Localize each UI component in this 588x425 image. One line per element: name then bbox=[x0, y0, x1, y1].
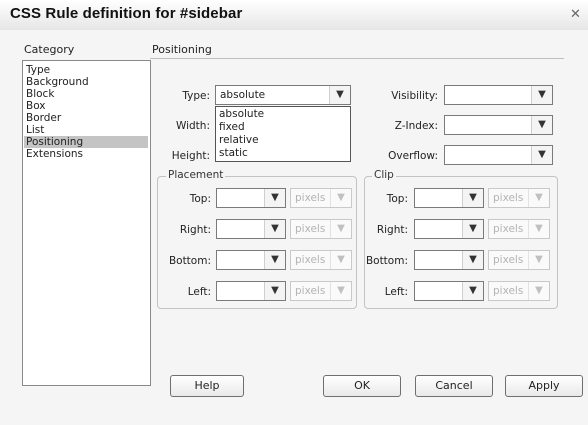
clip-right-unit: pixels ▼ bbox=[488, 219, 550, 239]
placement-top-input[interactable]: ▼ bbox=[216, 188, 286, 208]
chevron-down-icon[interactable]: ▼ bbox=[264, 282, 285, 300]
placement-top-label: Top: bbox=[189, 193, 211, 205]
clip-right-label: Right: bbox=[376, 224, 408, 236]
clip-top-unit-value: pixels bbox=[493, 192, 524, 204]
header-divider bbox=[150, 58, 564, 59]
chevron-down-icon[interactable]: ▼ bbox=[531, 86, 552, 104]
window-title: CSS Rule definition for #sidebar bbox=[10, 5, 243, 22]
chevron-down-icon: ▼ bbox=[528, 220, 549, 238]
chevron-down-icon: ▼ bbox=[330, 189, 351, 207]
chevron-down-icon[interactable]: ▼ bbox=[462, 282, 483, 300]
ok-button[interactable]: OK bbox=[323, 375, 401, 397]
visibility-label: Visibility: bbox=[391, 90, 438, 102]
chevron-down-icon[interactable]: ▼ bbox=[462, 220, 483, 238]
chevron-down-icon[interactable]: ▼ bbox=[462, 251, 483, 269]
placement-right-input[interactable]: ▼ bbox=[216, 219, 286, 239]
chevron-down-icon[interactable]: ▼ bbox=[531, 116, 552, 134]
overflow-select[interactable]: ▼ bbox=[444, 145, 553, 165]
placement-left-unit: pixels ▼ bbox=[290, 281, 352, 301]
clip-left-label: Left: bbox=[384, 286, 408, 298]
placement-left-unit-value: pixels bbox=[295, 285, 326, 297]
clip-right-input[interactable]: ▼ bbox=[414, 219, 484, 239]
placement-top-unit: pixels ▼ bbox=[290, 188, 352, 208]
type-dropdown-list[interactable]: absolute fixed relative static bbox=[215, 106, 351, 162]
category-item-list[interactable]: List bbox=[26, 124, 144, 136]
visibility-select[interactable]: ▼ bbox=[444, 85, 553, 105]
chevron-down-icon: ▼ bbox=[330, 220, 351, 238]
placement-right-label: Right: bbox=[179, 224, 211, 236]
placement-bottom-unit-value: pixels bbox=[295, 254, 326, 266]
type-select-value: absolute bbox=[220, 89, 266, 101]
placement-legend: Placement bbox=[166, 169, 226, 181]
overflow-label: Overflow: bbox=[388, 150, 438, 162]
clip-top-unit: pixels ▼ bbox=[488, 188, 550, 208]
clip-bottom-label: Bottom: bbox=[365, 255, 408, 267]
close-icon[interactable]: ✕ bbox=[570, 7, 581, 22]
zindex-label: Z-Index: bbox=[394, 120, 438, 132]
chevron-down-icon[interactable]: ▼ bbox=[264, 189, 285, 207]
chevron-down-icon[interactable]: ▼ bbox=[531, 146, 552, 164]
clip-left-unit-value: pixels bbox=[493, 285, 524, 297]
clip-top-label: Top: bbox=[386, 193, 408, 205]
height-label: Height: bbox=[171, 150, 210, 162]
chevron-down-icon: ▼ bbox=[330, 251, 351, 269]
clip-top-input[interactable]: ▼ bbox=[414, 188, 484, 208]
category-list[interactable]: Type Background Block Box Border List Po… bbox=[22, 60, 151, 386]
category-header: Category bbox=[24, 43, 75, 56]
category-item-extensions[interactable]: Extensions bbox=[26, 148, 144, 160]
placement-right-unit-value: pixels bbox=[295, 223, 326, 235]
type-option-static[interactable]: static bbox=[219, 147, 248, 159]
title-bar: CSS Rule definition for #sidebar ✕ bbox=[0, 0, 588, 31]
type-option-absolute[interactable]: absolute bbox=[219, 108, 264, 120]
apply-button[interactable]: Apply bbox=[505, 375, 583, 397]
help-button[interactable]: Help bbox=[170, 375, 244, 397]
type-label: Type: bbox=[182, 90, 210, 102]
category-item-background[interactable]: Background bbox=[26, 76, 144, 88]
placement-left-input[interactable]: ▼ bbox=[216, 281, 286, 301]
type-option-fixed[interactable]: fixed bbox=[219, 121, 245, 133]
type-select[interactable]: absolute ▼ bbox=[215, 85, 351, 105]
category-item-type[interactable]: Type bbox=[26, 64, 144, 76]
chevron-down-icon[interactable]: ▼ bbox=[329, 86, 350, 104]
zindex-select[interactable]: ▼ bbox=[444, 115, 553, 135]
cancel-button[interactable]: Cancel bbox=[415, 375, 493, 397]
chevron-down-icon: ▼ bbox=[528, 189, 549, 207]
category-item-border[interactable]: Border bbox=[26, 112, 144, 124]
chevron-down-icon[interactable]: ▼ bbox=[462, 189, 483, 207]
chevron-down-icon: ▼ bbox=[330, 282, 351, 300]
chevron-down-icon[interactable]: ▼ bbox=[264, 220, 285, 238]
placement-bottom-unit: pixels ▼ bbox=[290, 250, 352, 270]
chevron-down-icon: ▼ bbox=[528, 282, 549, 300]
clip-bottom-unit: pixels ▼ bbox=[488, 250, 550, 270]
placement-top-unit-value: pixels bbox=[295, 192, 326, 204]
placement-bottom-label: Bottom: bbox=[168, 255, 211, 267]
clip-legend: Clip bbox=[372, 169, 396, 181]
clip-bottom-input[interactable]: ▼ bbox=[414, 250, 484, 270]
clip-right-unit-value: pixels bbox=[493, 223, 524, 235]
category-item-positioning[interactable]: Positioning bbox=[24, 136, 148, 148]
placement-right-unit: pixels ▼ bbox=[290, 219, 352, 239]
clip-bottom-unit-value: pixels bbox=[493, 254, 524, 266]
clip-left-input[interactable]: ▼ bbox=[414, 281, 484, 301]
placement-left-label: Left: bbox=[187, 286, 211, 298]
chevron-down-icon[interactable]: ▼ bbox=[264, 251, 285, 269]
category-item-block[interactable]: Block bbox=[26, 88, 144, 100]
placement-bottom-input[interactable]: ▼ bbox=[216, 250, 286, 270]
clip-left-unit: pixels ▼ bbox=[488, 281, 550, 301]
width-label: Width: bbox=[175, 120, 210, 132]
category-item-box[interactable]: Box bbox=[26, 100, 144, 112]
panel-header: Positioning bbox=[152, 43, 212, 56]
chevron-down-icon: ▼ bbox=[528, 251, 549, 269]
type-option-relative[interactable]: relative bbox=[219, 134, 259, 146]
